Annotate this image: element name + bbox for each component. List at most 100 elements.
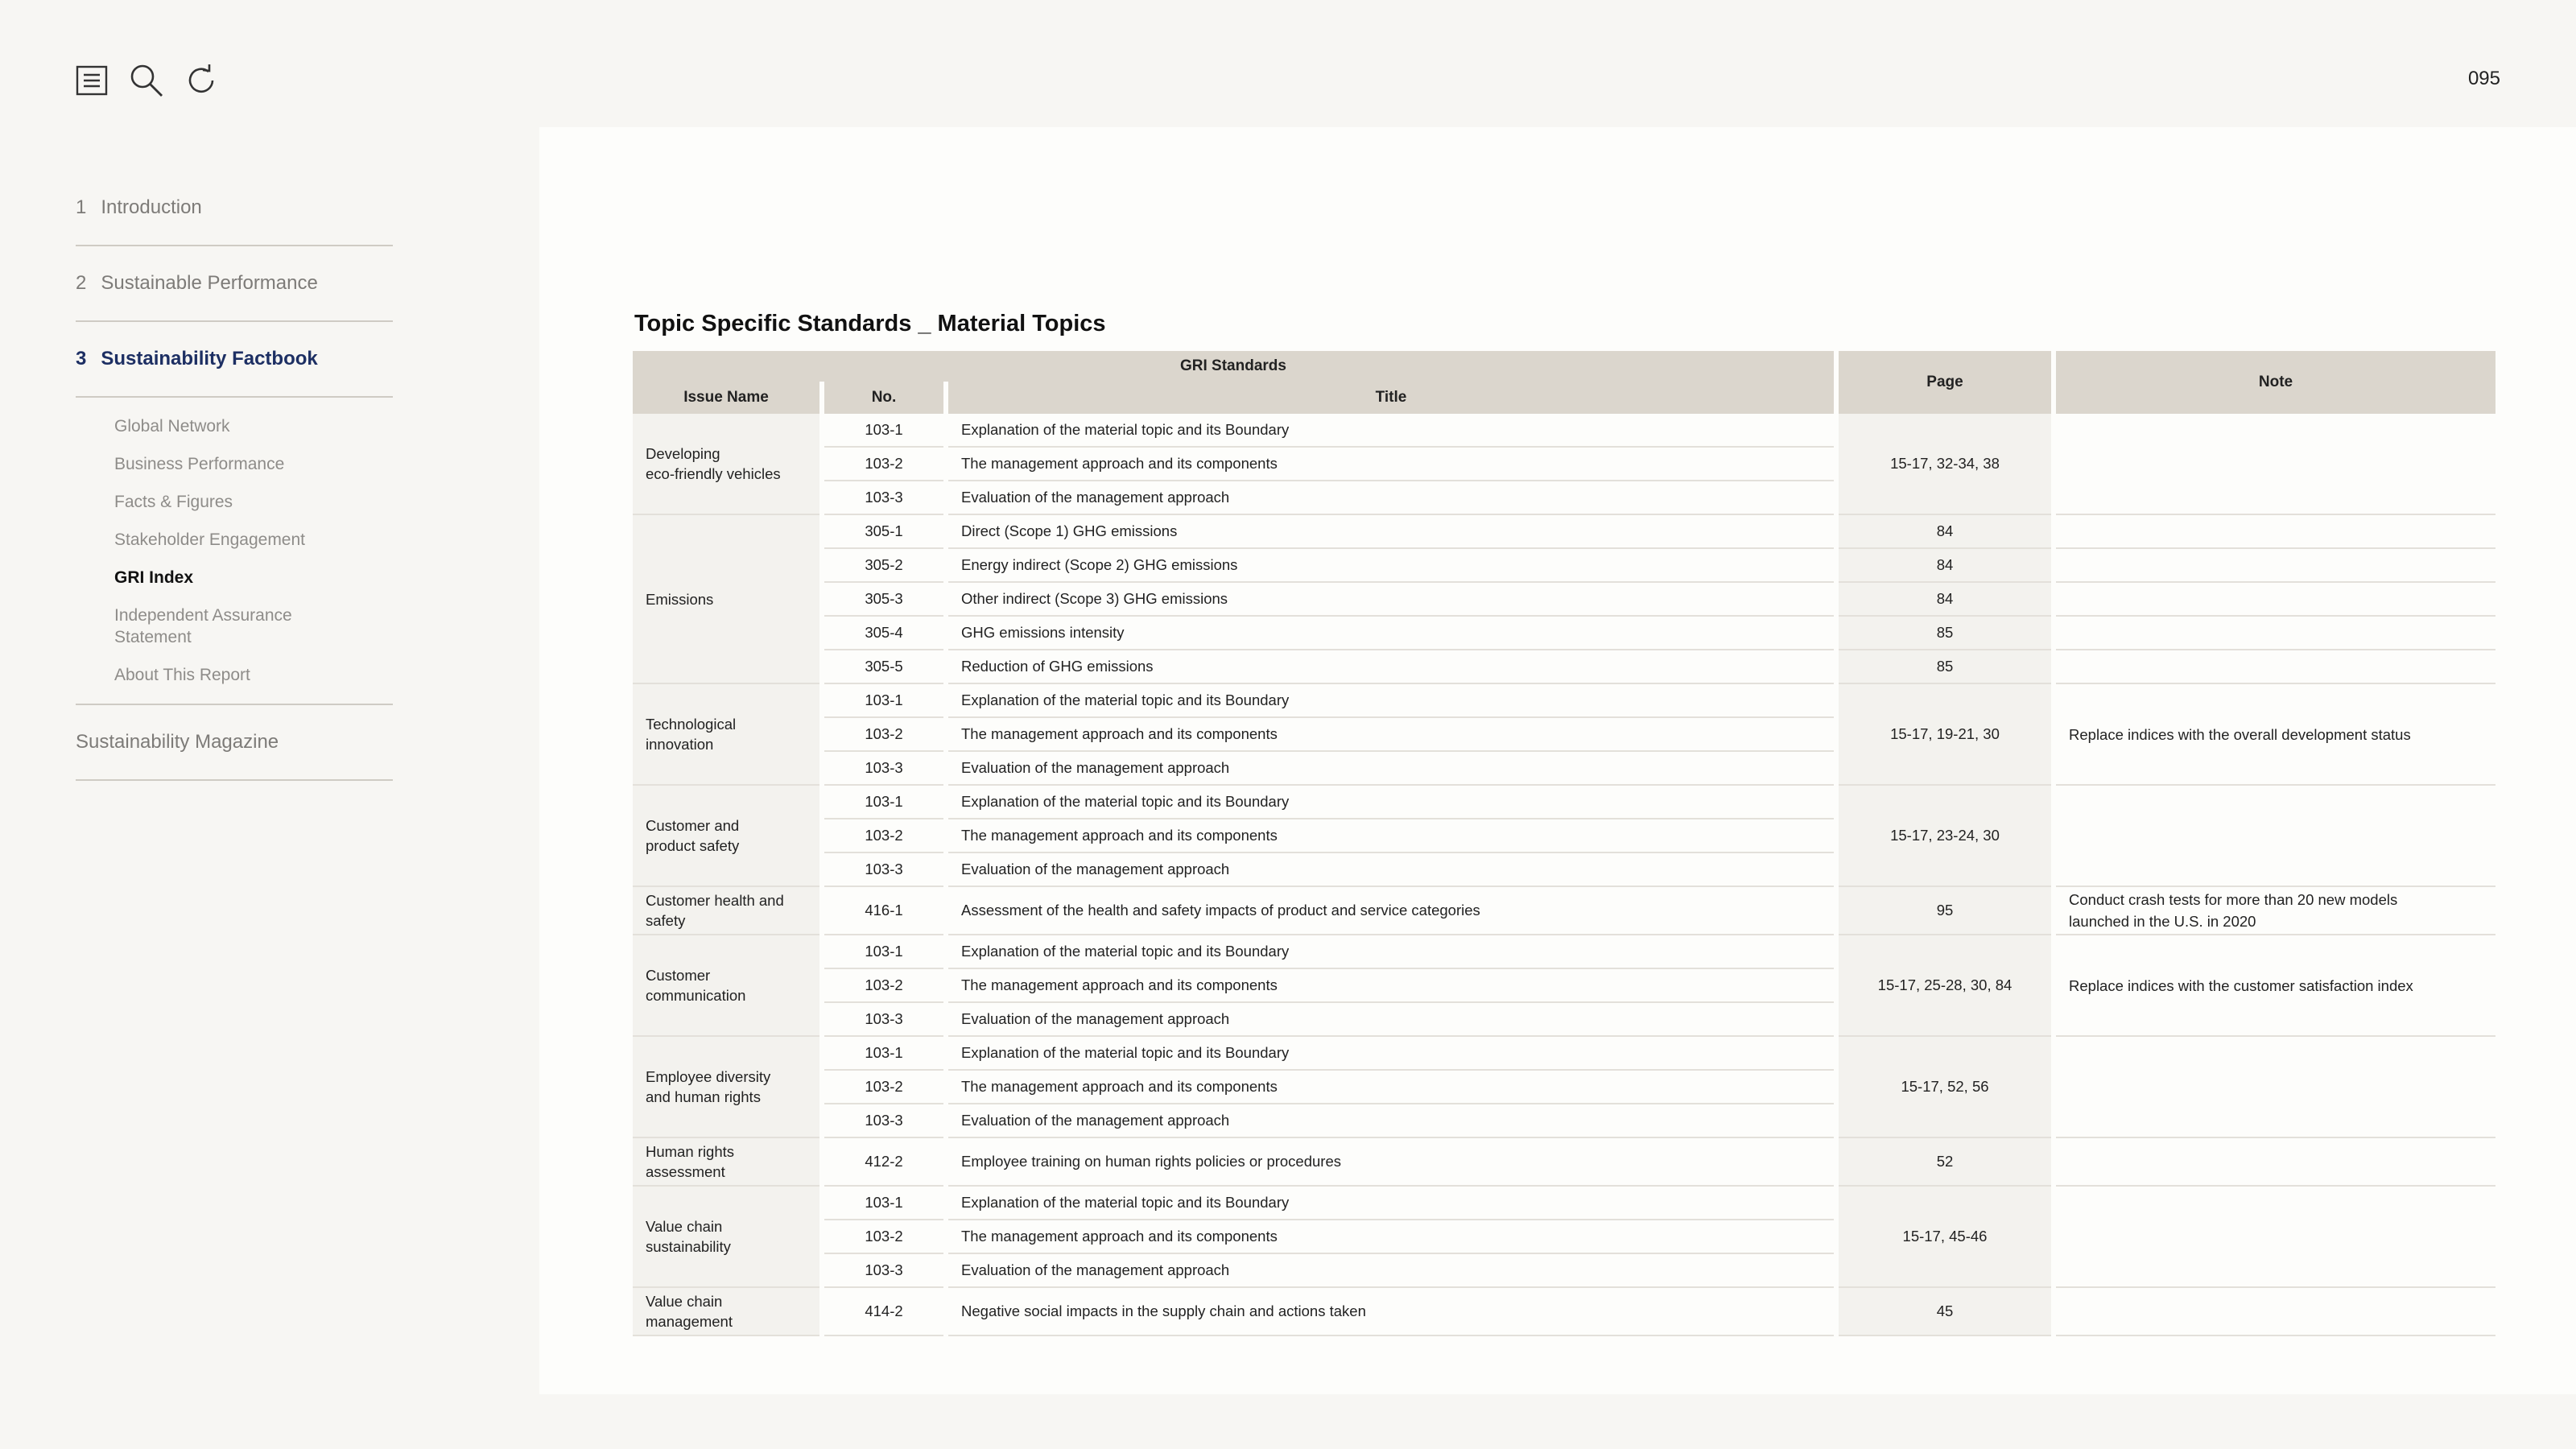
page-cell: 45 [1839, 1288, 2051, 1336]
note-cell: Replace indices with the customer satisf… [2056, 935, 2496, 1037]
subnav-item-about-report[interactable]: About This Report [114, 664, 393, 686]
no-header: No. [824, 382, 943, 414]
gri-title-cell: Explanation of the material topic and it… [948, 684, 1834, 718]
gri-title-cell: Evaluation of the management approach [948, 853, 1834, 887]
page-cell: 85 [1839, 650, 2051, 684]
note-cell [2056, 549, 2496, 583]
gri-number-cell: 305-4 [824, 617, 943, 650]
issue-name-header: Issue Name [633, 382, 819, 414]
table-row: 305-2 Energy indirect (Scope 2) GHG emiss… [633, 549, 2496, 583]
table-row: 305-4 GHG emissions intensity 85 [633, 617, 2496, 650]
gri-number-cell: 305-2 [824, 549, 943, 583]
page-cell: 84 [1839, 583, 2051, 617]
note-cell: Conduct crash tests for more than 20 new… [2056, 887, 2496, 935]
gri-number-cell: 103-1 [824, 935, 943, 969]
gri-title-cell: Energy indirect (Scope 2) GHG emissions [948, 549, 1834, 583]
page-header: Page [1839, 351, 2051, 414]
page-cell: 52 [1839, 1138, 2051, 1187]
section-label: Sustainable Performance [101, 272, 318, 294]
subnav-item-global-network[interactable]: Global Network [114, 415, 393, 437]
gri-number-cell: 103-3 [824, 1254, 943, 1288]
issue-name-cell: Human rights assessment [633, 1138, 819, 1187]
issue-name-cell: Customer communication [633, 935, 819, 1037]
page-cell: 15-17, 32-34, 38 [1839, 414, 2051, 515]
subnav-item-independent-assurance[interactable]: Independent Assurance Statement [114, 605, 324, 648]
gri-title-cell: The management approach and its componen… [948, 819, 1834, 853]
table-row: Value chain sustainability 103-1 Explanati… [633, 1187, 2496, 1288]
gri-number-cell: 416-1 [824, 887, 943, 935]
gri-title-cell: The management approach and its componen… [948, 448, 1834, 481]
gri-number-cell: 103-2 [824, 819, 943, 853]
gri-title-cell: Explanation of the material topic and it… [948, 1187, 1834, 1220]
gri-title-cell: Direct (Scope 1) GHG emissions [948, 515, 1834, 549]
page-cell: 15-17, 52, 56 [1839, 1037, 2051, 1138]
note-cell [2056, 1037, 2496, 1138]
subnav-item-gri-index[interactable]: GRI Index [114, 567, 393, 588]
gri-title-cell: Evaluation of the management approach [948, 1003, 1834, 1037]
gri-number-cell: 103-1 [824, 684, 943, 718]
title-header: Title [948, 382, 1834, 414]
gri-title-cell: Explanation of the material topic and it… [948, 935, 1834, 969]
table-row: Human rights assessment 412-2 Employee tra… [633, 1138, 2496, 1187]
sidebar-section-sustainable-performance[interactable]: 2 Sustainable Performance [76, 246, 393, 322]
issue-name-cell: Value chain sustainability [633, 1187, 819, 1288]
note-cell [2056, 1288, 2496, 1336]
gri-number-cell: 414-2 [824, 1288, 943, 1336]
gri-title-cell: Reduction of GHG emissions [948, 650, 1834, 684]
gri-title-cell: Other indirect (Scope 3) GHG emissions [948, 583, 1834, 617]
gri-number-cell: 103-1 [824, 1037, 943, 1071]
table-title: Topic Specific Standards _ Material Topi… [634, 311, 1106, 336]
toolbar [74, 63, 219, 98]
gri-index-table: GRI Standards Page Note Issue Name No. T… [628, 351, 2500, 1336]
table-row: Customer health and safety 416-1 Assessmen… [633, 887, 2496, 935]
issue-name-cell: Customer health and safety [633, 887, 819, 935]
table-row: 305-5 Reduction of GHG emissions 85 [633, 650, 2496, 684]
gri-number-cell: 103-1 [824, 414, 943, 448]
sidebar-section-sustainability-factbook[interactable]: 3 Sustainability Factbook [76, 322, 393, 398]
note-cell [2056, 1187, 2496, 1288]
gri-number-cell: 305-5 [824, 650, 943, 684]
gri-number-cell: 103-3 [824, 1003, 943, 1037]
section-label: Introduction [101, 196, 202, 218]
table-row: Developing eco-friendly vehicles 103-1 Exp… [633, 414, 2496, 515]
gri-title-cell: Explanation of the material topic and it… [948, 1037, 1834, 1071]
gri-number-cell: 103-2 [824, 969, 943, 1003]
page-cell: 84 [1839, 515, 2051, 549]
subnav-item-facts-figures[interactable]: Facts & Figures [114, 491, 393, 513]
page-cell: 15-17, 45-46 [1839, 1187, 2051, 1288]
search-icon[interactable] [129, 63, 164, 98]
table-row: Employee diversity and human rights 103-1… [633, 1037, 2496, 1138]
gri-number-cell: 103-2 [824, 448, 943, 481]
gri-title-cell: Explanation of the material topic and it… [948, 414, 1834, 448]
sidebar-section-introduction[interactable]: 1 Introduction [76, 171, 393, 246]
page-cell: 85 [1839, 617, 2051, 650]
gri-number-cell: 103-3 [824, 1104, 943, 1138]
note-cell [2056, 515, 2496, 549]
issue-name-cell: Customer and product safety [633, 786, 819, 887]
table-row: Value chain management 414-2 Negative soci… [633, 1288, 2496, 1336]
gri-title-cell: The management approach and its componen… [948, 1071, 1834, 1104]
note-cell [2056, 1138, 2496, 1187]
list-icon[interactable] [74, 63, 109, 98]
refresh-icon[interactable] [184, 63, 219, 98]
note-cell [2056, 414, 2496, 515]
section-label: Sustainability Magazine [76, 731, 279, 753]
page-cell: 15-17, 23-24, 30 [1839, 786, 2051, 887]
note-cell [2056, 650, 2496, 684]
gri-number-cell: 305-1 [824, 515, 943, 549]
gri-number-cell: 103-2 [824, 1071, 943, 1104]
issue-name-cell: Emissions [633, 515, 819, 684]
issue-name-cell: Employee diversity and human rights [633, 1037, 819, 1138]
gri-title-cell: Assessment of the health and safety impa… [948, 887, 1834, 935]
subnav-item-business-performance[interactable]: Business Performance [114, 453, 393, 475]
gri-title-cell: Employee training on human rights polici… [948, 1138, 1834, 1187]
section-number: 3 [76, 348, 87, 369]
gri-number-cell: 103-3 [824, 853, 943, 887]
gri-title-cell: Negative social impacts in the supply ch… [948, 1288, 1834, 1336]
note-cell: Replace indices with the overall develop… [2056, 684, 2496, 786]
table-row: Customer communication 103-1 Explanation o… [633, 935, 2496, 1037]
table-row: Technological innovation 103-1 Explanation… [633, 684, 2496, 786]
subnav-item-stakeholder-engagement[interactable]: Stakeholder Engagement [114, 529, 393, 551]
issue-name-cell: Value chain management [633, 1288, 819, 1336]
sidebar-section-magazine[interactable]: Sustainability Magazine [76, 705, 393, 781]
